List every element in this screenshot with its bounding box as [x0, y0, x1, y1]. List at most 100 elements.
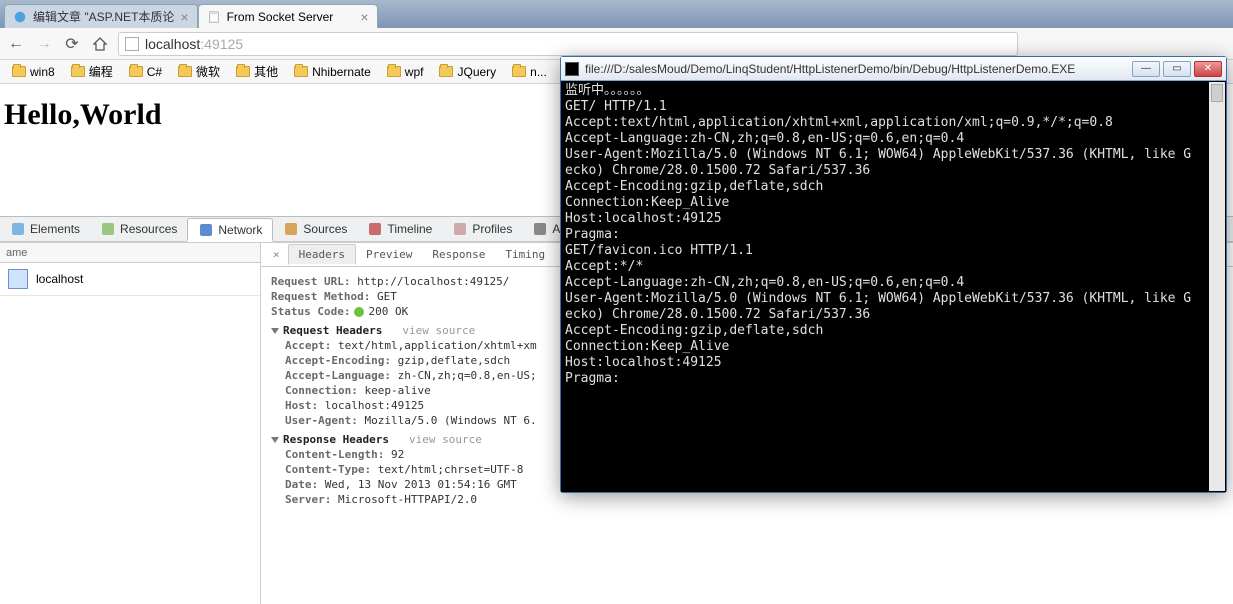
header-key: Accept-Language: — [285, 369, 391, 382]
request-name: localhost — [36, 272, 83, 286]
bookmark-label: Nhibernate — [312, 65, 371, 79]
folder-icon — [236, 66, 250, 77]
header-key: Content-Type: — [285, 463, 371, 476]
header-value: localhost:49125 — [325, 399, 424, 412]
address-bar[interactable]: localhost:49125 — [118, 32, 1018, 56]
browser-tab-1[interactable]: From Socket Server × — [198, 4, 378, 28]
folder-icon — [12, 66, 26, 77]
home-button[interactable] — [90, 34, 110, 54]
devtools-tab-label: Profiles — [472, 222, 512, 236]
bookmark-item[interactable]: 微软 — [172, 61, 226, 82]
devtools-tab-label: Network — [218, 223, 262, 237]
detail-subtab-timing[interactable]: Timing — [495, 245, 555, 264]
console-window[interactable]: file:///D:/salesMoud/Demo/LinqStudent/Ht… — [560, 56, 1227, 493]
minimize-button[interactable]: — — [1132, 61, 1160, 77]
detail-subtab-preview[interactable]: Preview — [356, 245, 422, 264]
url-text: localhost:49125 — [145, 36, 243, 52]
favicon-icon — [207, 10, 221, 24]
back-button[interactable]: ← — [6, 34, 26, 54]
folder-icon — [178, 66, 192, 77]
bookmark-label: C# — [147, 65, 162, 79]
tab-title: 编辑文章 "ASP.NET本质论 — [33, 8, 174, 25]
bookmark-item[interactable]: 其他 — [230, 61, 284, 82]
bookmark-item[interactable]: C# — [123, 63, 168, 81]
header-value: Wed, 13 Nov 2013 01:54:16 GMT — [325, 478, 517, 491]
bookmark-item[interactable]: 编程 — [65, 61, 119, 82]
profiles-icon — [452, 221, 468, 237]
bookmark-label: 其他 — [254, 63, 278, 80]
bookmark-item[interactable]: win8 — [6, 63, 61, 81]
detail-subtab-response[interactable]: Response — [422, 245, 495, 264]
request-method-label: Request Method: — [271, 290, 370, 303]
folder-icon — [387, 66, 401, 77]
header-key: Accept: — [285, 339, 331, 352]
view-source-link[interactable]: view source — [409, 433, 482, 446]
devtools-tab-label: Sources — [303, 222, 347, 236]
tab-title: From Socket Server — [227, 10, 334, 24]
network-request-row[interactable]: localhost — [0, 263, 260, 296]
header-value: text/html,application/xhtml+xm — [338, 339, 537, 352]
devtools-tab-label: Elements — [30, 222, 80, 236]
request-method-value: GET — [377, 290, 397, 303]
folder-icon — [129, 66, 143, 77]
bookmark-item[interactable]: n... — [506, 63, 553, 81]
header-key: Host: — [285, 399, 318, 412]
forward-button[interactable]: → — [34, 34, 54, 54]
console-titlebar[interactable]: file:///D:/salesMoud/Demo/LinqStudent/Ht… — [561, 57, 1226, 81]
maximize-button[interactable]: ▭ — [1163, 61, 1191, 77]
console-scrollbar[interactable] — [1209, 82, 1225, 491]
scrollbar-thumb[interactable] — [1211, 84, 1223, 102]
browser-tab-0[interactable]: 编辑文章 "ASP.NET本质论 × — [4, 4, 198, 28]
console-output: 监听中。。。。。。 GET/ HTTP/1.1 Accept:text/html… — [561, 81, 1226, 492]
header-value: zh-CN,zh;q=0.8,en-US; — [398, 369, 537, 382]
header-value: Microsoft-HTTPAPI/2.0 — [338, 493, 477, 506]
header-key: User-Agent: — [285, 414, 358, 427]
header-key: Server: — [285, 493, 331, 506]
reload-button[interactable]: ⟳ — [62, 34, 82, 54]
status-code-label: Status Code: — [271, 305, 350, 318]
sources-icon — [283, 221, 299, 237]
tab-close-icon[interactable]: × — [360, 9, 368, 25]
network-icon — [198, 222, 214, 238]
devtools-tab-label: Resources — [120, 222, 177, 236]
devtools-tab-elements[interactable]: Elements — [0, 217, 90, 241]
console-app-icon — [565, 62, 579, 76]
bookmark-item[interactable]: wpf — [381, 63, 430, 81]
status-dot-icon — [354, 307, 364, 317]
folder-icon — [294, 66, 308, 77]
close-details-icon[interactable]: × — [265, 248, 288, 261]
bookmark-item[interactable]: JQuery — [433, 63, 502, 81]
bookmark-label: 微软 — [196, 63, 220, 80]
close-button[interactable]: ✕ — [1194, 61, 1222, 77]
header-value: Mozilla/5.0 (Windows NT 6. — [364, 414, 536, 427]
disclosure-triangle-icon — [271, 328, 279, 334]
detail-subtab-headers[interactable]: Headers — [288, 244, 356, 265]
devtools-tab-resources[interactable]: Resources — [90, 217, 187, 241]
request-url-value: http://localhost:49125/ — [357, 275, 509, 288]
devtools-tab-network[interactable]: Network — [187, 218, 273, 242]
page-icon — [125, 37, 139, 51]
status-code-value: 200 OK — [368, 305, 408, 318]
devtools-tab-sources[interactable]: Sources — [273, 217, 357, 241]
folder-icon — [71, 66, 85, 77]
bookmark-item[interactable]: Nhibernate — [288, 63, 377, 81]
document-icon — [8, 269, 28, 289]
devtools-tab-profiles[interactable]: Profiles — [442, 217, 522, 241]
elements-icon — [10, 221, 26, 237]
header-key: Date: — [285, 478, 318, 491]
header-value: gzip,deflate,sdch — [398, 354, 511, 367]
request-list-header: ame — [0, 243, 260, 263]
tab-close-icon[interactable]: × — [180, 9, 188, 25]
request-url-label: Request URL: — [271, 275, 350, 288]
bookmark-label: JQuery — [457, 65, 496, 79]
view-source-link[interactable]: view source — [402, 324, 475, 337]
devtools-tab-timeline[interactable]: Timeline — [357, 217, 442, 241]
devtools-tab-label: Timeline — [387, 222, 432, 236]
bookmark-label: n... — [530, 65, 547, 79]
favicon-icon — [13, 10, 27, 24]
bookmark-label: win8 — [30, 65, 55, 79]
bookmark-label: wpf — [405, 65, 424, 79]
network-request-list: ame localhost — [0, 243, 261, 604]
timeline-icon — [367, 221, 383, 237]
au-icon — [532, 221, 548, 237]
